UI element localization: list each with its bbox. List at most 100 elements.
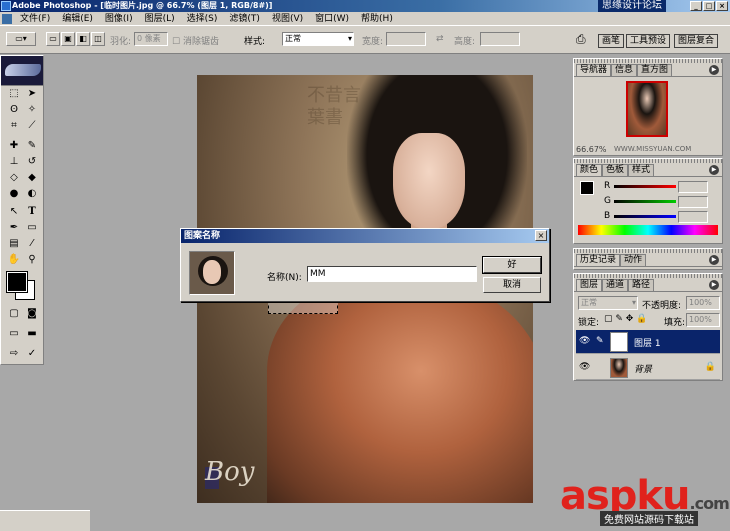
shape-tool-icon[interactable]: ▭ xyxy=(23,220,41,236)
zoom-tool-icon[interactable]: ⚲ xyxy=(23,252,41,268)
ok-button[interactable]: 好 xyxy=(482,256,542,274)
menu-file[interactable]: 文件(F) xyxy=(14,12,56,26)
dodge-tool-icon[interactable]: ◐ xyxy=(23,186,41,202)
move-tool-icon[interactable]: ➤ xyxy=(23,86,41,102)
antialias-checkbox[interactable]: ☐ 消除锯齿 xyxy=(172,34,219,47)
lock-icons[interactable]: ▢ ✎ ✥ 🔒 xyxy=(604,314,647,324)
tab-paths[interactable]: 路径 xyxy=(628,279,655,291)
tab-brushes[interactable]: 画笔 xyxy=(598,34,625,48)
menu-layer[interactable]: 图层(L) xyxy=(139,12,181,26)
pen-tool-icon[interactable]: ✒ xyxy=(5,220,23,236)
foreground-color-swatch[interactable] xyxy=(6,271,28,293)
red-value[interactable] xyxy=(678,181,708,193)
panel-menu-icon[interactable]: ▶ xyxy=(709,165,719,175)
style-select[interactable]: 正常 ▾ xyxy=(282,32,354,46)
blur-tool-icon[interactable]: ● xyxy=(5,186,23,202)
layer-row-background[interactable]: 👁 背景 🔒 xyxy=(576,356,720,380)
file-browser-icon[interactable]: ⎙ xyxy=(576,32,586,47)
close-button[interactable]: × xyxy=(716,1,728,11)
screen-mode-standard-icon[interactable]: ▭ xyxy=(5,326,23,342)
marquee-tool-icon[interactable]: ⬚ xyxy=(5,86,23,102)
add-selection-icon[interactable]: ▣ xyxy=(61,32,75,46)
tab-styles[interactable]: 样式 xyxy=(628,164,655,176)
menu-view[interactable]: 视图(V) xyxy=(266,12,309,26)
tab-actions[interactable]: 动作 xyxy=(620,254,647,266)
navigator-preview[interactable] xyxy=(626,81,668,137)
height-input[interactable] xyxy=(480,32,520,46)
type-tool-icon[interactable]: T xyxy=(23,204,41,220)
blue-value[interactable] xyxy=(678,211,708,223)
menu-image[interactable]: 图像(I) xyxy=(99,12,139,26)
marquee-preset-button[interactable]: ▭▾ xyxy=(6,32,36,46)
width-input[interactable] xyxy=(386,32,426,46)
eyedropper-icon[interactable]: ⁄ xyxy=(23,236,41,252)
subtract-selection-icon[interactable]: ◧ xyxy=(76,32,90,46)
history-brush-icon[interactable]: ↺ xyxy=(23,154,41,170)
green-value[interactable] xyxy=(678,196,708,208)
healing-brush-icon[interactable]: ✚ xyxy=(5,138,23,154)
tab-history[interactable]: 历史记录 xyxy=(576,254,621,266)
tab-info[interactable]: 信息 xyxy=(611,64,638,76)
tab-channels[interactable]: 通道 xyxy=(602,279,629,291)
color-spectrum[interactable] xyxy=(578,225,718,235)
dialog-title-bar: 图案名称 × xyxy=(181,229,549,243)
brush-tool-icon[interactable]: ✎ xyxy=(23,138,41,154)
tab-navigator[interactable]: 导航器 xyxy=(576,64,612,76)
layer-name[interactable]: 背景 xyxy=(634,362,652,375)
screen-mode-full-icon[interactable]: ▬ xyxy=(23,326,41,342)
visibility-eye-icon[interactable]: 👁 xyxy=(579,362,590,372)
menu-select[interactable]: 选择(S) xyxy=(181,12,224,26)
cancel-button[interactable]: 取消 xyxy=(483,277,541,293)
notes-tool-icon[interactable]: ▤ xyxy=(5,236,23,252)
menu-window[interactable]: 窗口(W) xyxy=(309,12,355,26)
crop-tool-icon[interactable]: ⌗ xyxy=(5,118,23,134)
tab-swatches[interactable]: 色板 xyxy=(602,164,629,176)
layers-panel: 图层 通道 路径 ▶ 正常 ▾ 不透明度: 100% 锁定: ▢ ✎ ✥ 🔒 填充… xyxy=(573,273,723,381)
brush-link-icon[interactable]: ✎ xyxy=(596,336,604,346)
swap-icon[interactable]: ⇄ xyxy=(436,34,444,44)
blue-slider[interactable] xyxy=(614,215,676,218)
red-slider[interactable] xyxy=(614,185,676,188)
menu-help[interactable]: 帮助(H) xyxy=(355,12,399,26)
intersect-selection-icon[interactable]: ◫ xyxy=(91,32,105,46)
color-fg-swatch[interactable] xyxy=(580,181,594,195)
jump-to-icon[interactable]: ✓ xyxy=(23,346,41,362)
menu-filter[interactable]: 滤镜(T) xyxy=(223,12,266,26)
path-selection-icon[interactable]: ↖ xyxy=(5,204,23,220)
panel-menu-icon[interactable]: ▶ xyxy=(709,255,719,265)
eraser-tool-icon[interactable]: ◇ xyxy=(5,170,23,186)
pattern-name-input[interactable]: MM xyxy=(307,266,477,282)
document-icon[interactable] xyxy=(2,14,12,24)
panel-menu-icon[interactable]: ▶ xyxy=(709,65,719,75)
tab-histogram[interactable]: 直方图 xyxy=(637,64,673,76)
imageready-icon[interactable]: ⇨ xyxy=(5,346,23,362)
layer-row-layer1[interactable]: 👁 ✎ 图层 1 xyxy=(576,330,720,354)
blend-mode-select[interactable]: 正常 ▾ xyxy=(578,296,638,310)
fill-input[interactable]: 100% xyxy=(686,313,720,327)
panel-menu-icon[interactable]: ▶ xyxy=(709,280,719,290)
layer-name[interactable]: 图层 1 xyxy=(634,336,661,349)
minimize-button[interactable]: _ xyxy=(690,1,702,11)
tab-layers[interactable]: 图层 xyxy=(576,279,603,291)
paint-bucket-icon[interactable]: ◆ xyxy=(23,170,41,186)
hand-tool-icon[interactable]: ✋ xyxy=(5,252,23,268)
magic-wand-tool-icon[interactable]: ✧ xyxy=(23,102,41,118)
menu-edit[interactable]: 编辑(E) xyxy=(56,12,99,26)
quick-mask-icon[interactable]: ◙ xyxy=(23,306,41,322)
dialog-close-button[interactable]: × xyxy=(535,230,547,241)
clone-stamp-icon[interactable]: ⊥ xyxy=(5,154,23,170)
green-slider[interactable] xyxy=(614,200,676,203)
maximize-button[interactable]: □ xyxy=(703,1,715,11)
standard-mode-icon[interactable]: ▢ xyxy=(5,306,23,322)
lasso-tool-icon[interactable]: ʘ xyxy=(5,102,23,118)
new-selection-icon[interactable]: ▭ xyxy=(46,32,60,46)
opacity-input[interactable]: 100% xyxy=(686,296,720,310)
tab-tool-presets[interactable]: 工具预设 xyxy=(626,34,671,48)
feather-input[interactable]: 0 像素 xyxy=(134,32,168,46)
tab-layer-comps[interactable]: 图层复合 xyxy=(674,34,719,48)
marquee-selection[interactable] xyxy=(268,300,338,314)
visibility-eye-icon[interactable]: 👁 xyxy=(579,336,590,346)
zoom-level[interactable]: 66.67% xyxy=(576,145,607,154)
tab-color[interactable]: 颜色 xyxy=(576,164,603,176)
slice-tool-icon[interactable]: ⟋ xyxy=(23,118,41,134)
